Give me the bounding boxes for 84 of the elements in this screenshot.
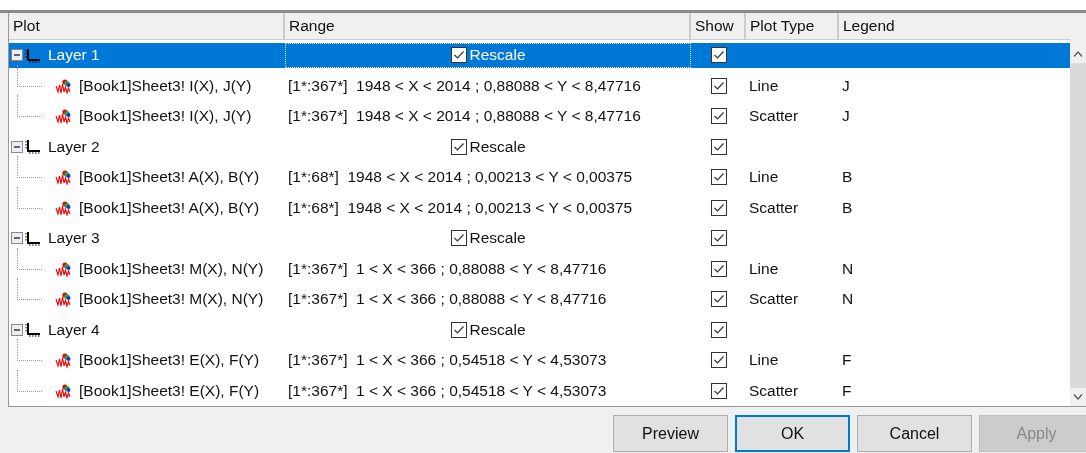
checkbox-label[interactable]: Rescale [469,137,526,156]
plot-name[interactable]: [Book1]Sheet3! M(X), N(Y) [76,290,264,309]
plot-icon [55,108,72,125]
plot-type[interactable]: Line [746,168,779,187]
plot-name[interactable]: [Book1]Sheet3! E(X), F(Y) [76,351,260,370]
plot-icon [55,352,72,369]
scroll-down-icon[interactable] [1073,394,1083,400]
plot-type[interactable]: Scatter [746,381,799,400]
column-header[interactable]: Legend [839,13,1070,40]
legend-text[interactable]: F [839,351,852,370]
checkbox[interactable] [710,230,727,247]
range-text: [1*:367*] 1948 < X < 2014 ; 0,88088 < Y < 8,47716 [287,76,641,95]
plot-icon [55,382,72,399]
legend-text[interactable]: N [839,259,854,278]
range-text: [1*:68*] 1948 < X < 2014 ; 0,00213 < Y < 0,00375 [287,198,633,217]
plot-icon [55,77,72,94]
checkbox[interactable] [450,321,467,338]
scrollbar[interactable] [1070,13,1086,406]
collapse-icon[interactable] [11,232,23,245]
column-header[interactable]: Show [691,13,746,40]
collapse-icon[interactable] [11,140,23,153]
plot-name[interactable]: [Book1]Sheet3! A(X), B(Y) [76,168,260,187]
layer-label[interactable]: Layer 3 [47,228,101,249]
layer-label[interactable]: Layer 1 [47,45,101,66]
legend-text[interactable]: B [839,168,853,187]
layer-label[interactable]: Layer 4 [47,319,101,340]
column-header[interactable]: Plot [9,13,285,40]
checkbox[interactable] [710,77,727,94]
checkbox[interactable] [710,291,727,308]
legend-text[interactable]: N [839,290,854,309]
scroll-up-icon[interactable] [1073,51,1083,57]
plot-icon [55,291,72,308]
checkbox[interactable] [710,199,727,216]
checkbox-label[interactable]: Rescale [469,320,526,339]
plot-type[interactable]: Scatter [746,290,799,309]
checkbox[interactable] [450,47,467,64]
legend-text[interactable]: B [839,198,853,217]
plot-name[interactable]: [Book1]Sheet3! M(X), N(Y) [76,259,264,278]
layer-icon [25,139,41,155]
range-text: [1*:367*] 1 < X < 366 ; 0,88088 < Y < 8,47716 [287,259,607,278]
checkbox[interactable] [710,138,727,155]
checkbox[interactable] [710,108,727,125]
range-text: [1*:367*] 1 < X < 366 ; 0,54518 < Y < 4,53073 [287,381,607,400]
plot-type[interactable]: Line [746,351,779,370]
collapse-icon[interactable] [11,49,23,62]
column-header[interactable]: Plot Type [746,13,839,40]
range-text: [1*:367*] 1 < X < 366 ; 0,88088 < Y < 8,47716 [287,290,607,309]
plot-icon [55,169,72,186]
layer-icon [25,322,41,338]
layer-icon [25,47,41,63]
dialog-button: Apply [979,415,1086,452]
dialog-button[interactable]: Cancel [857,415,972,452]
checkbox[interactable] [450,138,467,155]
checkbox-label[interactable]: Rescale [469,46,526,65]
range-text: [1*:367*] 1948 < X < 2014 ; 0,88088 < Y < 8,47716 [287,107,641,126]
plot-icon [55,199,72,216]
legend-text[interactable]: F [839,381,852,400]
plot-icon [55,260,72,277]
checkbox[interactable] [710,47,727,64]
range-text: [1*:367*] 1 < X < 366 ; 0,54518 < Y < 4,53073 [287,351,607,370]
plot-type[interactable]: Line [746,76,779,95]
plot-name[interactable]: [Book1]Sheet3! E(X), F(Y) [76,381,260,400]
legend-text[interactable]: J [839,76,850,95]
checkbox[interactable] [710,169,727,186]
layer-icon [25,230,41,246]
column-header[interactable]: Range [285,13,691,40]
checkbox[interactable] [710,382,727,399]
legend-text[interactable]: J [839,107,850,126]
checkbox[interactable] [450,230,467,247]
plot-name[interactable]: [Book1]Sheet3! A(X), B(Y) [76,198,260,217]
checkbox-label[interactable]: Rescale [469,229,526,248]
plot-type[interactable]: Line [746,259,779,278]
plot-type[interactable]: Scatter [746,198,799,217]
checkbox[interactable] [710,321,727,338]
dialog-button[interactable]: Preview [613,415,728,452]
plot-name[interactable]: [Book1]Sheet3! I(X), J(Y) [76,107,252,126]
plot-name[interactable]: [Book1]Sheet3! I(X), J(Y) [76,76,252,95]
plot-type[interactable]: Scatter [746,107,799,126]
checkbox[interactable] [710,260,727,277]
layer-label[interactable]: Layer 2 [47,136,101,157]
range-text: [1*:68*] 1948 < X < 2014 ; 0,00213 < Y < 0,00375 [287,168,633,187]
checkbox[interactable] [710,352,727,369]
collapse-icon[interactable] [11,323,23,336]
dialog-button[interactable]: OK [735,415,850,452]
